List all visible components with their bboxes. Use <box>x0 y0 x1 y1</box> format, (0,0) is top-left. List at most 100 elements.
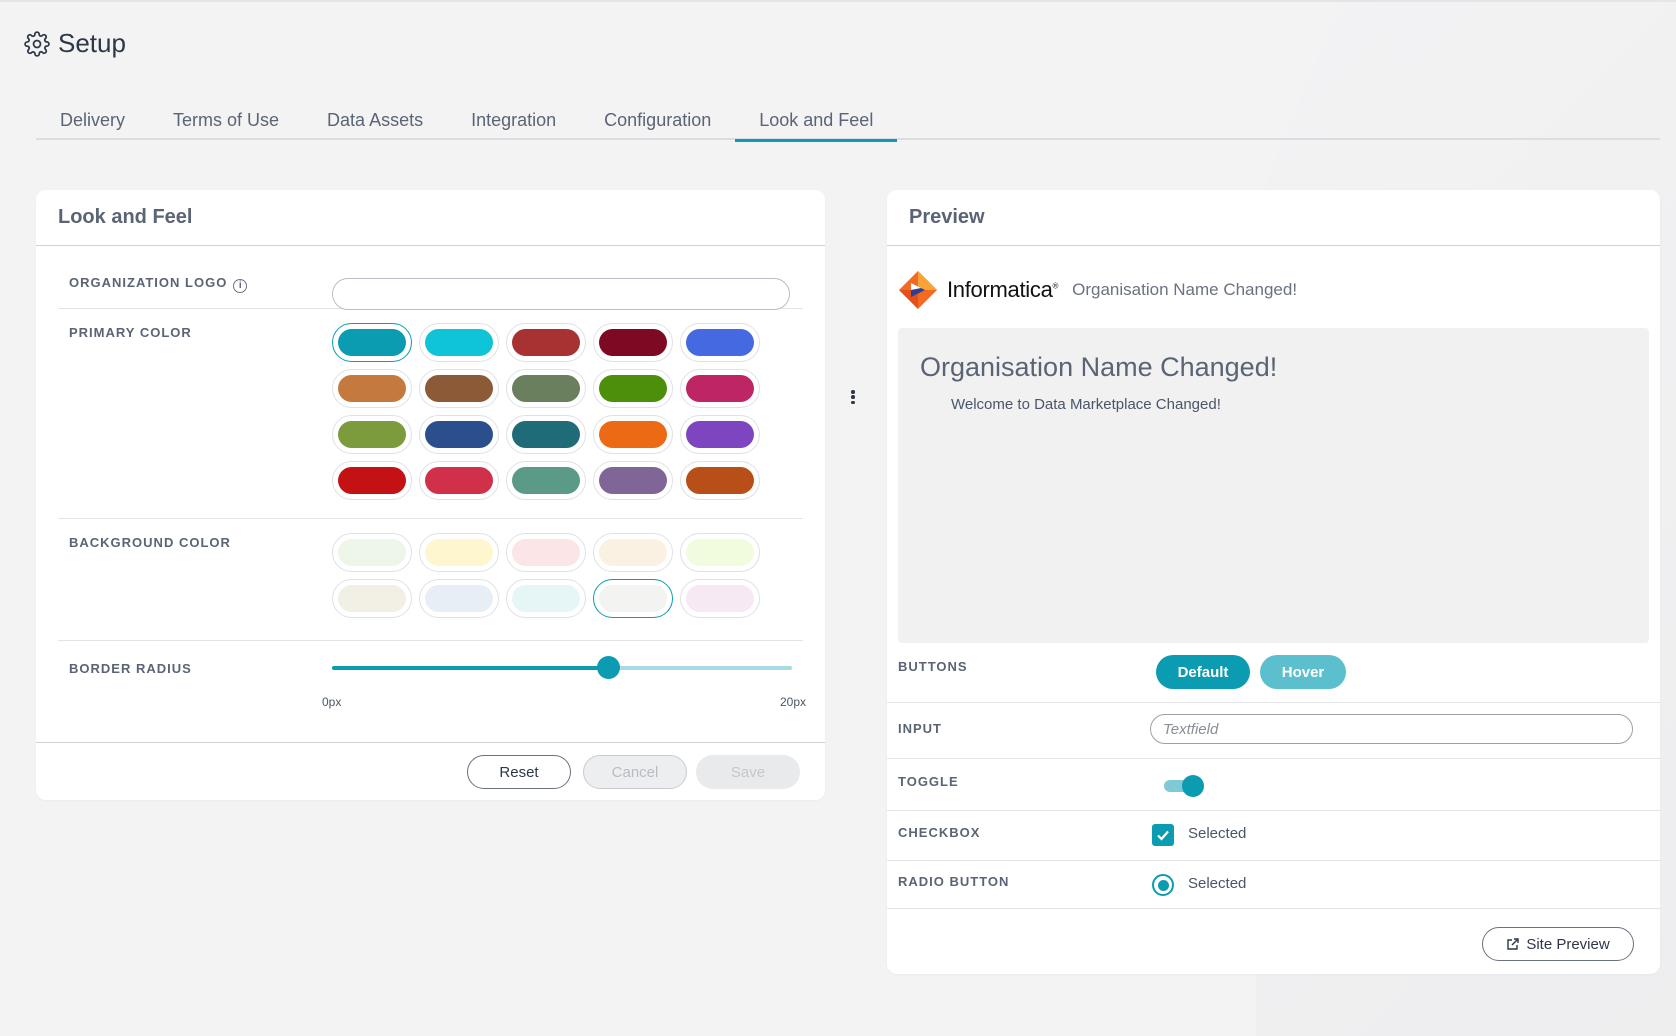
background-color-swatch-fill <box>599 585 667 612</box>
input-row: INPUT Textfield <box>887 703 1660 759</box>
informatica-logo-icon <box>899 271 937 309</box>
primary-color-swatch-fill <box>338 329 406 356</box>
default-button-sample[interactable]: Default <box>1156 655 1250 689</box>
background-color-label: BACKGROUND COLOR <box>69 535 231 550</box>
background-color-swatch-fill <box>338 539 406 566</box>
primary-color-swatch-fill <box>599 467 667 494</box>
buttons-row: BUTTONS Default Hover <box>887 643 1660 703</box>
input-label: INPUT <box>898 721 942 736</box>
checkbox-sample[interactable] <box>1152 824 1174 846</box>
primary-color-swatch[interactable] <box>593 369 673 408</box>
hover-button-sample[interactable]: Hover <box>1260 655 1346 689</box>
primary-color-swatch[interactable] <box>506 323 586 362</box>
background-color-swatch-fill <box>338 585 406 612</box>
background-color-swatch-fill <box>425 539 493 566</box>
background-color-swatch[interactable] <box>419 579 499 618</box>
org-logo-row: ORGANIZATION LOGO i <box>58 246 803 310</box>
background-color-swatch[interactable] <box>332 579 412 618</box>
look-and-feel-title: Look and Feel <box>36 190 825 246</box>
info-icon[interactable]: i <box>233 279 248 293</box>
primary-color-swatch-fill <box>425 375 493 402</box>
brand-header: Informatica® Organisation Name Changed! <box>897 268 1297 312</box>
border-radius-label: BORDER RADIUS <box>69 661 192 676</box>
radio-sample[interactable] <box>1152 874 1174 896</box>
primary-color-swatch[interactable] <box>593 461 673 500</box>
reset-button[interactable]: Reset <box>467 755 571 789</box>
background-color-swatch-fill <box>599 539 667 566</box>
primary-color-swatch[interactable] <box>593 415 673 454</box>
toggle-row: TOGGLE <box>887 759 1660 811</box>
hero-title: Organisation Name Changed! <box>920 352 1278 382</box>
site-preview-button[interactable]: Site Preview <box>1482 927 1634 961</box>
radio-text: Selected <box>1188 875 1247 892</box>
primary-color-swatch[interactable] <box>506 415 586 454</box>
save-button[interactable]: Save <box>696 755 800 789</box>
primary-color-swatch[interactable] <box>419 369 499 408</box>
page-title: Setup <box>58 28 126 58</box>
border-radius-row: BORDER RADIUS 0px 20px <box>58 641 806 713</box>
toggle-label: TOGGLE <box>898 774 959 789</box>
checkbox-row: CHECKBOX Selected <box>887 811 1660 861</box>
primary-color-label: PRIMARY COLOR <box>69 325 192 340</box>
border-radius-slider[interactable]: 0px 20px <box>322 655 806 709</box>
background-color-row: BACKGROUND COLOR <box>58 519 803 641</box>
primary-color-swatch-fill <box>338 467 406 494</box>
background-color-swatch[interactable] <box>506 579 586 618</box>
primary-color-swatch[interactable] <box>506 369 586 408</box>
primary-color-swatch-fill <box>599 329 667 356</box>
primary-color-swatch-fill <box>686 375 754 402</box>
background-color-swatch-fill <box>425 585 493 612</box>
background-color-swatch-fill <box>512 585 580 612</box>
primary-color-swatch[interactable] <box>506 461 586 500</box>
primary-color-swatch[interactable] <box>332 461 412 500</box>
primary-color-swatch[interactable] <box>680 461 760 500</box>
primary-color-swatch[interactable] <box>332 323 412 362</box>
background-color-swatch[interactable] <box>506 533 586 572</box>
tab-delivery[interactable]: Delivery <box>36 100 149 140</box>
primary-color-swatch-fill <box>338 375 406 402</box>
tab-configuration[interactable]: Configuration <box>580 100 735 140</box>
primary-color-swatch[interactable] <box>593 323 673 362</box>
tab-data-assets[interactable]: Data Assets <box>303 100 447 140</box>
background-color-swatch-fill <box>512 539 580 566</box>
more-options-icon[interactable] <box>851 390 855 404</box>
brand-name: Informatica® <box>947 277 1059 302</box>
gear-icon <box>24 30 50 57</box>
primary-color-swatch-fill <box>425 467 493 494</box>
textfield-sample[interactable]: Textfield <box>1150 714 1633 744</box>
slider-min-label: 0px <box>322 695 342 709</box>
primary-color-swatch[interactable] <box>419 415 499 454</box>
background-color-swatch[interactable] <box>332 533 412 572</box>
radio-label: RADIO BUTTON <box>898 874 1010 889</box>
toggle-sample[interactable] <box>1164 775 1206 797</box>
slider-thumb[interactable] <box>597 656 620 679</box>
primary-color-swatch[interactable] <box>419 323 499 362</box>
org-logo-input[interactable] <box>332 278 790 310</box>
org-logo-label: ORGANIZATION LOGO i <box>69 275 248 293</box>
buttons-label: BUTTONS <box>898 659 968 674</box>
top-divider <box>0 0 1676 2</box>
primary-color-swatch-fill <box>425 421 493 448</box>
background-color-swatch[interactable] <box>680 533 760 572</box>
slider-fill <box>332 666 608 670</box>
preview-card: Preview Informatica® Organisation Name C… <box>887 190 1660 974</box>
primary-color-swatch[interactable] <box>680 415 760 454</box>
primary-color-swatch[interactable] <box>419 461 499 500</box>
primary-color-swatch-fill <box>425 329 493 356</box>
primary-color-swatch-fill <box>512 467 580 494</box>
primary-color-swatch[interactable] <box>332 415 412 454</box>
checkbox-label: CHECKBOX <box>898 825 981 840</box>
primary-color-swatch-fill <box>686 329 754 356</box>
tab-terms-of-use[interactable]: Terms of Use <box>149 100 303 140</box>
cancel-button[interactable]: Cancel <box>583 755 687 789</box>
primary-color-swatch[interactable] <box>680 323 760 362</box>
background-color-swatch[interactable] <box>680 579 760 618</box>
tab-look-and-feel[interactable]: Look and Feel <box>735 100 898 142</box>
primary-color-swatch-fill <box>599 375 667 402</box>
primary-color-swatch[interactable] <box>332 369 412 408</box>
background-color-swatch[interactable] <box>593 533 673 572</box>
background-color-swatch[interactable] <box>419 533 499 572</box>
background-color-swatch[interactable] <box>593 579 673 618</box>
primary-color-swatch[interactable] <box>680 369 760 408</box>
tab-integration[interactable]: Integration <box>447 100 580 140</box>
